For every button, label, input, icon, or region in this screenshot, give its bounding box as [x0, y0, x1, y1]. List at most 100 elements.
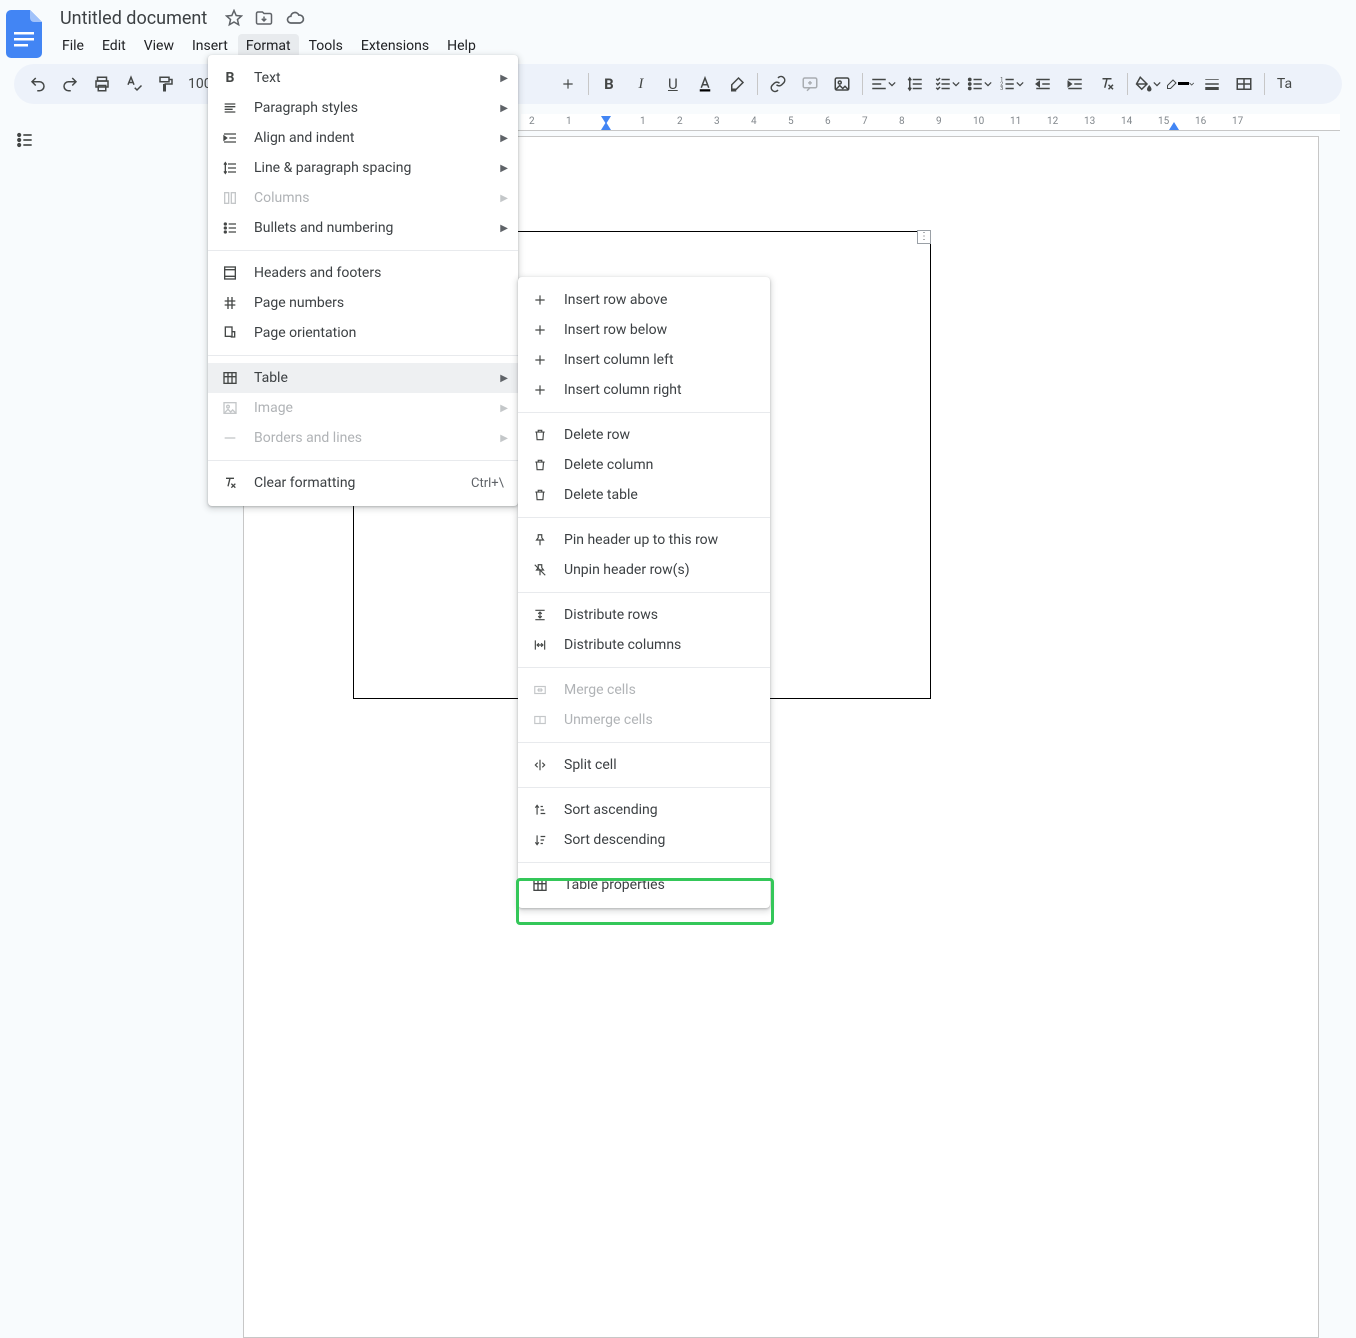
show-outline-button[interactable]: [0, 112, 49, 150]
ruler-tick: 9: [936, 116, 942, 127]
bold-button[interactable]: B: [595, 70, 623, 98]
ruler-tick: 13: [1084, 116, 1095, 127]
format-text[interactable]: BText▶: [208, 63, 518, 93]
underline-button[interactable]: U: [659, 70, 687, 98]
distribute-columns[interactable]: Distribute columns: [518, 630, 770, 660]
docs-logo-icon[interactable]: [6, 10, 46, 50]
sort-asc-icon: [530, 803, 550, 817]
border-width-button[interactable]: [1198, 70, 1226, 98]
chevron-right-icon: ▶: [500, 373, 508, 384]
format-headers-footers[interactable]: Headers and footers: [208, 258, 518, 288]
ruler-tick: 2: [529, 116, 535, 127]
star-icon[interactable]: [225, 9, 243, 27]
line-spacing-button[interactable]: [901, 70, 929, 98]
trash-icon: [530, 458, 550, 472]
delete-table[interactable]: Delete table: [518, 480, 770, 510]
indent-icon: [220, 130, 240, 146]
text-color-button[interactable]: [691, 70, 719, 98]
image-icon: [220, 400, 240, 416]
insert-link-button[interactable]: [764, 70, 792, 98]
document-title[interactable]: Untitled document: [54, 8, 213, 29]
delete-column[interactable]: Delete column: [518, 450, 770, 480]
ruler-tick: 17: [1232, 116, 1243, 127]
numbered-list-button[interactable]: 123: [997, 70, 1025, 98]
unpin-header-rows[interactable]: Unpin header row(s): [518, 555, 770, 585]
highlight-button[interactable]: [723, 70, 751, 98]
format-columns: Columns▶: [208, 183, 518, 213]
format-align-indent[interactable]: Align and indent▶: [208, 123, 518, 153]
title-area: Untitled document File Edit View Insert …: [54, 6, 484, 58]
table-properties[interactable]: Table properties: [518, 870, 770, 900]
sort-desc-icon: [530, 833, 550, 847]
insert-column-right[interactable]: Insert column right: [518, 375, 770, 405]
merge-icon: [530, 683, 550, 697]
redo-button[interactable]: [56, 70, 84, 98]
undo-button[interactable]: [24, 70, 52, 98]
split-cell-icon: [530, 758, 550, 772]
format-page-orientation[interactable]: Page orientation: [208, 318, 518, 348]
distribute-columns-icon: [530, 638, 550, 652]
bulleted-list-button[interactable]: [965, 70, 993, 98]
insert-column-left[interactable]: Insert column left: [518, 345, 770, 375]
app-header: Untitled document File Edit View Insert …: [0, 0, 1356, 64]
ruler-tick: 3: [714, 116, 720, 127]
plus-icon: [530, 353, 550, 367]
ruler-tick: 7: [862, 116, 868, 127]
trash-icon: [530, 488, 550, 502]
clear-format-icon: [220, 475, 240, 491]
insert-row-above[interactable]: Insert row above: [518, 285, 770, 315]
toolbar-overflow-text: Ta: [1271, 76, 1298, 92]
align-button[interactable]: [869, 70, 897, 98]
ruler-right-indent-marker[interactable]: [1169, 122, 1179, 130]
move-icon[interactable]: [255, 9, 273, 27]
menu-file[interactable]: File: [54, 34, 92, 58]
shortcut-label: Ctrl+\: [471, 476, 504, 491]
print-button[interactable]: [88, 70, 116, 98]
plus-icon: [530, 383, 550, 397]
add-comment-button[interactable]: [796, 70, 824, 98]
sort-descending[interactable]: Sort descending: [518, 825, 770, 855]
line-icon: [220, 430, 240, 446]
spellcheck-button[interactable]: [120, 70, 148, 98]
table-drag-handle-icon[interactable]: ⋮: [917, 230, 931, 244]
cell-fill-button[interactable]: [1134, 70, 1162, 98]
insert-row-below[interactable]: Insert row below: [518, 315, 770, 345]
format-paragraph-styles[interactable]: Paragraph styles▶: [208, 93, 518, 123]
ruler-tick: 15: [1158, 116, 1169, 127]
chevron-right-icon: ▶: [500, 223, 508, 234]
cloud-status-icon[interactable]: [285, 8, 305, 28]
paint-format-button[interactable]: [152, 70, 180, 98]
menu-view[interactable]: View: [136, 34, 182, 58]
split-cell[interactable]: Split cell: [518, 750, 770, 780]
ruler-first-line-marker[interactable]: [601, 122, 611, 130]
paragraph-icon: [220, 100, 240, 116]
sort-ascending[interactable]: Sort ascending: [518, 795, 770, 825]
italic-button[interactable]: I: [627, 70, 655, 98]
increase-indent-button[interactable]: [1061, 70, 1089, 98]
pin-header-row[interactable]: Pin header up to this row: [518, 525, 770, 555]
border-style-button[interactable]: [1230, 70, 1258, 98]
format-page-numbers[interactable]: Page numbers: [208, 288, 518, 318]
ruler-tick: 11: [1010, 116, 1021, 127]
distribute-rows[interactable]: Distribute rows: [518, 600, 770, 630]
decrease-indent-button[interactable]: [1029, 70, 1057, 98]
chevron-right-icon: ▶: [500, 73, 508, 84]
menu-edit[interactable]: Edit: [94, 34, 134, 58]
clear-format-button[interactable]: [1093, 70, 1121, 98]
ruler-tick: 14: [1121, 116, 1132, 127]
chevron-right-icon: ▶: [500, 193, 508, 204]
chevron-right-icon: ▶: [500, 133, 508, 144]
format-table[interactable]: Table▶: [208, 363, 518, 393]
format-bullets-numbering[interactable]: Bullets and numbering▶: [208, 213, 518, 243]
checklist-button[interactable]: [933, 70, 961, 98]
table-icon: [530, 877, 550, 893]
delete-row[interactable]: Delete row: [518, 420, 770, 450]
insert-image-button[interactable]: [828, 70, 856, 98]
plus-icon: [530, 323, 550, 337]
chevron-right-icon: ▶: [500, 433, 508, 444]
font-size-plus[interactable]: [554, 70, 582, 98]
format-clear-formatting[interactable]: Clear formattingCtrl+\: [208, 468, 518, 498]
ruler-tick: 1: [566, 116, 572, 127]
format-line-spacing[interactable]: Line & paragraph spacing▶: [208, 153, 518, 183]
border-color-button[interactable]: [1166, 70, 1194, 98]
